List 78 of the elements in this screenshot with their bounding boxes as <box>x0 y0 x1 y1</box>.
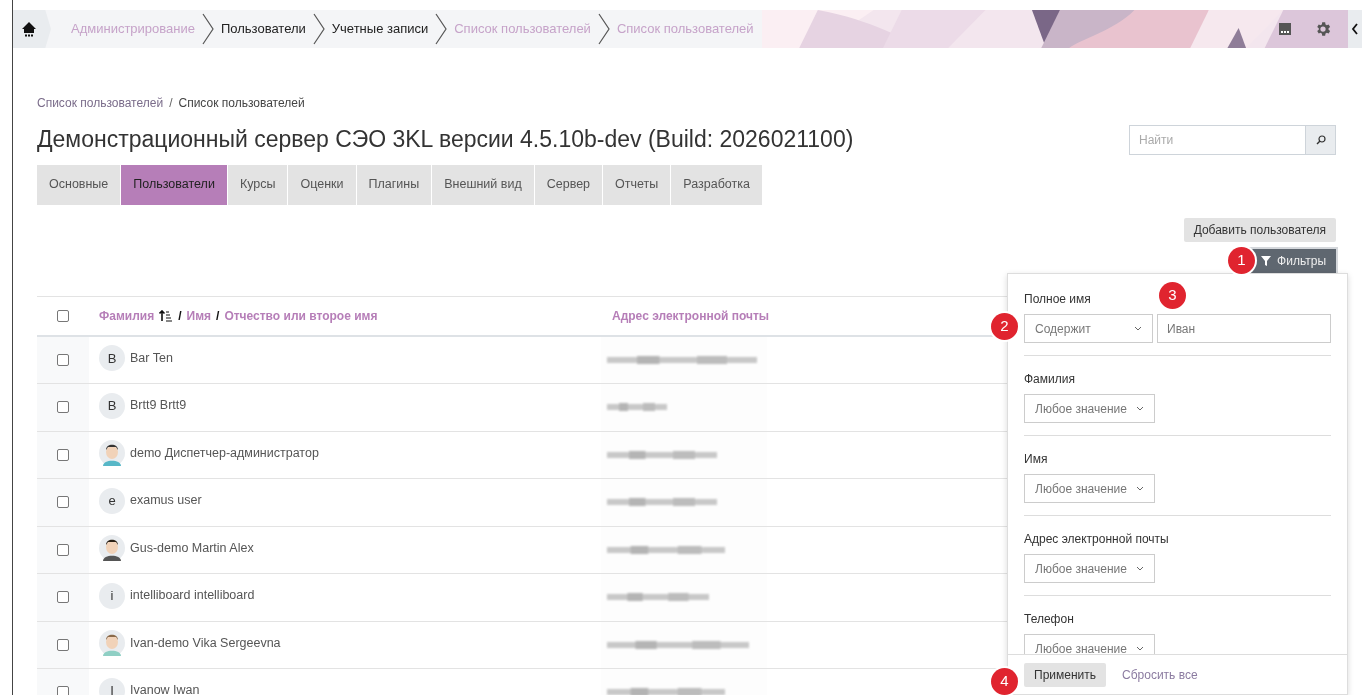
avatar-initial: e <box>99 487 125 514</box>
user-name-link[interactable]: examus user <box>130 491 202 511</box>
breadcrumb-separator: / <box>169 95 173 112</box>
chevron-left-icon[interactable] <box>1351 23 1359 35</box>
sort-icon[interactable] <box>159 309 174 322</box>
avatar-initial: B <box>99 345 125 372</box>
checkbox[interactable] <box>57 401 69 414</box>
home-icon[interactable] <box>21 21 37 37</box>
checkbox[interactable] <box>57 448 69 461</box>
user-name-link[interactable]: Brtt9 Brtt9 <box>130 396 187 416</box>
tab[interactable]: Основные <box>37 164 121 205</box>
breadcrumb-item[interactable]: Список пользователей <box>37 94 164 112</box>
checkbox[interactable] <box>57 638 69 651</box>
column-header[interactable]: Фамилия <box>99 306 155 325</box>
search-field[interactable]: Найти <box>1129 125 1306 155</box>
column-separator: / <box>178 307 182 325</box>
search-button[interactable] <box>1306 125 1336 155</box>
page-title: Демонстрационный сервер СЭО 3KL версии 4.5.10b-dev (Build: 2026021100) <box>37 125 854 154</box>
user-name-link[interactable]: demo Диспетчер-администратор <box>130 443 319 463</box>
tab[interactable]: Пользователи <box>121 164 227 205</box>
tab[interactable]: Курсы <box>227 164 288 205</box>
caret-icon <box>1136 486 1144 491</box>
callout-badge: 3 <box>1159 282 1186 309</box>
breadcrumb-item: Список пользователей <box>178 95 305 112</box>
tab[interactable]: Внешний вид <box>432 164 534 205</box>
tab[interactable]: Плагины <box>356 164 432 205</box>
checkbox[interactable] <box>57 686 69 695</box>
checkbox[interactable] <box>57 496 69 509</box>
filter-label: Полное имя <box>1024 291 1091 308</box>
avatar-initial: i <box>99 582 125 609</box>
avatar-icon <box>99 535 125 562</box>
filter-label: Фамилия <box>1024 371 1075 388</box>
column-header[interactable]: Адрес электронной почты <box>601 306 770 325</box>
filter-icon <box>1261 255 1272 266</box>
filter-select[interactable]: Любое значение <box>1024 474 1155 503</box>
checkbox[interactable] <box>57 309 69 322</box>
user-name-link[interactable]: Gus-demo Martin Alex <box>130 538 254 558</box>
user-name-link[interactable]: intelliboard intelliboard <box>130 586 255 606</box>
breadcrumb-item: Учетные записи <box>331 20 429 39</box>
filter-label: Имя <box>1024 451 1048 468</box>
apply-button[interactable]: Применить <box>1024 662 1106 687</box>
filters-button[interactable]: Фильтры <box>1251 248 1336 273</box>
avatar-initial: B <box>99 392 125 419</box>
callout-badge: 1 <box>1228 247 1255 274</box>
tab[interactable]: Оценки <box>288 164 356 205</box>
avatar-icon <box>99 630 125 657</box>
filter-select[interactable]: Любое значение <box>1024 554 1155 583</box>
blurred-email-drawing <box>607 402 667 413</box>
caret-icon <box>1136 646 1144 651</box>
name-input-field[interactable]: Иван <box>1157 314 1331 343</box>
column-header[interactable]: Имя <box>186 306 212 325</box>
callout-badge: 4 <box>991 668 1018 695</box>
filter-select[interactable]: Любое значение <box>1024 394 1155 423</box>
reset-all-link[interactable]: Сбросить все <box>1122 665 1198 684</box>
caret-icon <box>1136 566 1144 571</box>
column-header[interactable]: Отчество или второе имя <box>224 306 378 325</box>
avatar-icon <box>99 440 125 467</box>
user-name-link[interactable]: Ivan-demo Vika Sergeevna <box>130 633 281 653</box>
sd-card-icon[interactable] <box>1278 22 1292 36</box>
operator-select[interactable]: Содержит <box>1024 314 1153 343</box>
tab[interactable]: Разработка <box>671 164 762 205</box>
add-user-button[interactable]: Добавить пользователя <box>1183 217 1336 242</box>
checkbox[interactable] <box>57 353 69 366</box>
search-icon <box>1315 135 1326 145</box>
tab[interactable]: Отчеты <box>603 164 671 205</box>
caret-icon <box>1134 326 1142 331</box>
column-separator: / <box>216 307 220 325</box>
callout-badge: 2 <box>991 313 1018 340</box>
checkbox[interactable] <box>57 591 69 604</box>
user-name-link[interactable]: Ivanow Iwan <box>130 681 200 695</box>
checkbox[interactable] <box>57 543 69 556</box>
avatar-initial: I <box>99 677 125 695</box>
filter-label: Телефон <box>1024 611 1074 628</box>
filter-label: Адрес электронной почты <box>1024 531 1169 548</box>
user-name-link[interactable]: Bar Ten <box>130 348 173 368</box>
tab[interactable]: Сервер <box>534 164 603 205</box>
caret-icon <box>1136 406 1144 411</box>
breadcrumb-item: Пользователи <box>220 20 306 39</box>
